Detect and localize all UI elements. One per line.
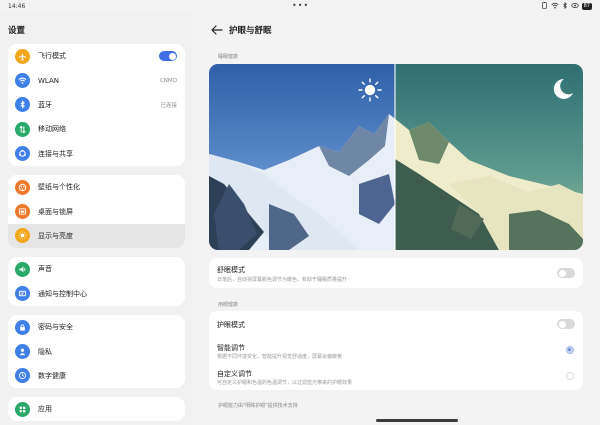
sidebar-item-sound[interactable]: 声音 [8, 257, 185, 281]
sidebar-item-desktop-lockscreen[interactable]: 桌面与锁屏 [8, 199, 185, 223]
sidebar-item-mobile-network[interactable]: 移动网络 [8, 117, 185, 141]
home-indicator[interactable] [376, 419, 458, 422]
section-label-eye: 用眼健康 [218, 302, 239, 308]
eye-care-title: 护眼模式 [217, 321, 245, 329]
sidebar-item-connection-share[interactable]: 连接与共享 [8, 142, 185, 166]
eye-care-card: 护眼模式 智能调节 根据不同环境变化，智能提升视觉舒适度，屏幕会偏暖黄 自定义调… [209, 311, 583, 390]
wifi-icon [15, 73, 30, 89]
sidebar-item-apps[interactable]: 应用 [8, 397, 185, 421]
sleep-mode-row[interactable]: 舒眠模式 日落后，自动将屏幕颜色调节为暖色，有助于睡眠质量提升 [209, 258, 583, 288]
custom-adjust-title: 自定义调节 [217, 370, 252, 378]
custom-adjust-subtitle: 可自定义护眼和色温的色温调节，以过滤蓝光带来的护眼效果 [217, 380, 353, 386]
sun-icon [358, 78, 382, 102]
privacy-icon [15, 344, 30, 360]
sidebar-item-wallpaper[interactable]: 壁纸与个性化 [8, 175, 185, 199]
footer-note: 护眼能力由"明眸护眼"提供技术支持 [218, 403, 298, 409]
lock-icon [15, 319, 30, 335]
sidebar-item-label: 壁纸与个性化 [38, 183, 80, 192]
sidebar-item-label: 应用 [38, 405, 52, 414]
status-bar: 14:46 ••• 87 [0, 0, 600, 14]
sidebar-item-label: WLAN [38, 76, 60, 85]
sleep-mode-title: 舒眠模式 [217, 266, 245, 274]
section-label-sleep: 睡眠健康 [218, 54, 239, 60]
sidebar-item-label: 密码与安全 [38, 323, 73, 332]
smart-adjust-radio[interactable] [566, 346, 574, 354]
notification-icon [15, 286, 30, 302]
mobile-network-icon [15, 121, 30, 137]
connection-share-icon [15, 146, 30, 162]
eye-care-row[interactable]: 护眼模式 [209, 311, 583, 337]
smart-adjust-subtitle: 根据不同环境变化，智能提升视觉舒适度，屏幕会偏暖黄 [217, 354, 343, 360]
sidebar-item-label: 通知与控制中心 [38, 289, 87, 298]
airplane-mode-toggle[interactable] [159, 51, 177, 62]
sidebar-item-label: 蓝牙 [38, 100, 52, 109]
sidebar-item-display-brightness[interactable]: 显示与亮度 [8, 223, 185, 249]
page-title: 护眼与舒眠 [229, 26, 272, 36]
settings-sidebar: 设置 飞行模式 WLAN CNMO 蓝牙 已连接 移动网络 连接与共享 壁纸与个… [0, 14, 192, 425]
bluetooth-icon [15, 97, 30, 113]
wlan-value: CNMO [159, 77, 177, 84]
back-arrow-icon[interactable] [211, 25, 223, 35]
sidebar-title: 设置 [8, 26, 26, 36]
custom-adjust-row[interactable]: 自定义调节 可自定义护眼和色温的色温调节，以过滤蓝光带来的护眼效果 [209, 363, 583, 390]
status-time: 14:46 [8, 3, 26, 10]
sidebar-item-bluetooth[interactable]: 蓝牙 已连接 [8, 93, 185, 117]
digital-health-icon [15, 368, 30, 384]
sidebar-item-label: 声音 [38, 265, 52, 274]
detail-pane: 护眼与舒眠 睡眠健康 舒眠模式 日落后，自动将屏幕颜色调节为暖色，有助于睡眠质量… [192, 14, 600, 425]
custom-adjust-radio[interactable] [566, 372, 574, 380]
eye-status-icon [570, 2, 579, 11]
sidebar-item-label: 飞行模式 [38, 52, 66, 61]
battery-indicator: 87 [581, 3, 592, 10]
sidebar-item-airplane-mode[interactable]: 飞行模式 [8, 44, 185, 68]
sidebar-item-password-security[interactable]: 密码与安全 [8, 315, 185, 339]
sound-icon [15, 261, 30, 277]
multitask-dots-icon[interactable]: ••• [292, 1, 309, 10]
sleep-mode-subtitle: 日落后，自动将屏幕颜色调节为暖色，有助于睡眠质量提升 [217, 277, 348, 283]
sidebar-group-personalization: 壁纸与个性化 桌面与锁屏 显示与亮度 [8, 175, 185, 249]
sidebar-item-label: 连接与共享 [38, 149, 73, 158]
smart-adjust-row[interactable]: 智能调节 根据不同环境变化，智能提升视觉舒适度，屏幕会偏暖黄 [209, 337, 583, 363]
eye-comfort-preview-image [209, 64, 583, 250]
eye-care-toggle[interactable] [557, 319, 575, 329]
sidebar-item-label: 移动网络 [38, 125, 66, 134]
sleep-mode-card: 舒眠模式 日落后，自动将屏幕颜色调节为暖色，有助于睡眠质量提升 [209, 258, 583, 288]
airplane-icon [15, 48, 30, 64]
sidebar-group-connectivity: 飞行模式 WLAN CNMO 蓝牙 已连接 移动网络 连接与共享 [8, 44, 185, 166]
sidebar-item-notification[interactable]: 通知与控制中心 [8, 281, 185, 305]
sidebar-item-label: 隐私 [38, 347, 52, 356]
sleep-mode-toggle[interactable] [557, 268, 575, 278]
sidebar-item-label: 显示与亮度 [38, 231, 73, 240]
display-brightness-icon [15, 228, 30, 244]
sidebar-item-wlan[interactable]: WLAN CNMO [8, 68, 185, 92]
sidebar-item-privacy[interactable]: 隐私 [8, 339, 185, 363]
status-icons: 87 [541, 1, 592, 11]
smart-adjust-title: 智能调节 [217, 344, 245, 352]
sidebar-group-apps: 应用 [8, 397, 185, 422]
bluetooth-status-icon [562, 1, 568, 11]
sidebar-group-sound: 声音 通知与控制中心 [8, 257, 185, 306]
do-not-disturb-icon [541, 2, 548, 11]
sidebar-group-security: 密码与安全 隐私 数字健康 [8, 315, 185, 389]
apps-icon [15, 401, 30, 417]
desktop-lockscreen-icon [15, 204, 30, 220]
sidebar-item-digital-health[interactable]: 数字健康 [8, 364, 185, 388]
wifi-status-icon [550, 2, 559, 11]
bluetooth-value: 已连接 [160, 102, 177, 109]
wallpaper-icon [15, 179, 30, 195]
sidebar-item-label: 桌面与锁屏 [38, 207, 73, 216]
sidebar-item-label: 数字健康 [38, 371, 66, 380]
